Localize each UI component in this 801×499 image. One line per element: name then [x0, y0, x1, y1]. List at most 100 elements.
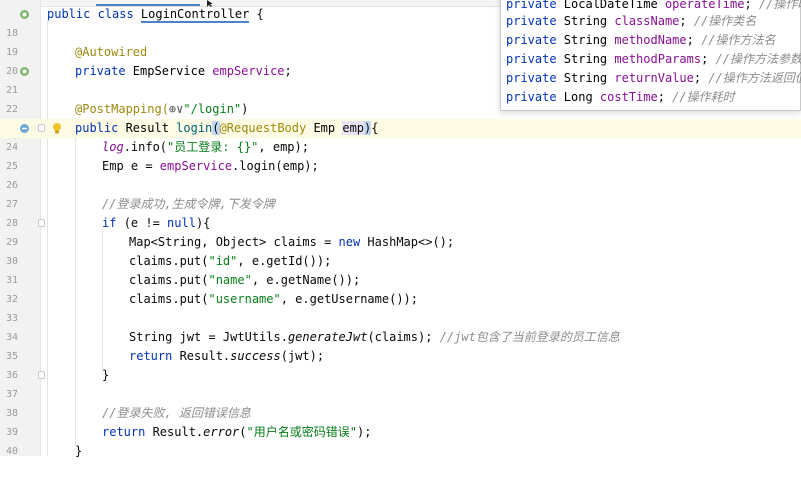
code-token: private [506, 52, 564, 66]
code-line-39[interactable]: 39 //登录失败, 返回错误信息 [0, 404, 801, 438]
code-line-28[interactable]: 28 //登录成功,生成令牌,下发令牌 [0, 195, 801, 229]
code-line-40[interactable]: 40 return Result.error("用户名或密码错误"); [0, 423, 801, 457]
code-line-33[interactable]: 33 claims.put("username", e.getUsername(… [0, 290, 801, 324]
code-token: ; [701, 52, 716, 66]
string-literal: "username" [208, 292, 281, 306]
class-name: LoginController [140, 7, 250, 23]
code-token: Emp e = [102, 159, 160, 173]
code-token: .info( [123, 140, 168, 154]
code-token: public class [47, 7, 141, 21]
field-name: className [614, 14, 680, 28]
method-name: success [230, 349, 281, 363]
code-token: Result. [152, 425, 204, 439]
code-token: Result [125, 121, 177, 135]
comment: //登录成功,生成令牌,下发令牌 [102, 197, 275, 211]
comment: //操作方法返回值 [708, 71, 801, 85]
code-token: ; [679, 14, 694, 28]
code-token: , e.getName()); [251, 273, 361, 287]
method-name: login [176, 121, 213, 135]
code-token: claims.put( [129, 254, 209, 268]
field-name: methodParams [614, 52, 702, 66]
code-line-35[interactable]: 35 String jwt = JwtUtils.generateJwt(cla… [0, 328, 801, 362]
globe-icon[interactable]: ⊕∨ [169, 102, 183, 116]
code-token: , e.getUsername()); [280, 292, 419, 306]
string-literal: "name" [208, 273, 252, 287]
code-line-30[interactable]: 30 Map<String, Object> claims = new Hash… [0, 233, 801, 267]
string-literal: "员工登录: {}" [167, 140, 259, 154]
code-line-24[interactable]: 24 public Result login(@RequestBody Emp … [0, 119, 801, 153]
code-token: if [102, 216, 124, 230]
code-token: ; [284, 64, 292, 78]
code-token: private [506, 90, 564, 104]
code-preview-popup[interactable]: private LocalDateTime operateTime; //操作时… [500, 0, 801, 111]
popup-row: private String methodParams; //操作方法参数 [506, 50, 801, 69]
code-token: String [563, 14, 615, 28]
code-line-32[interactable]: 32 claims.put("name", e.getName()); [0, 271, 801, 305]
code-line-31[interactable]: 31 claims.put("id", e.getId()); [0, 252, 801, 286]
code-line-38[interactable]: 38 [0, 385, 801, 419]
code-line-37[interactable]: 37 } [0, 366, 801, 400]
comment: //操作耗时 [672, 90, 735, 104]
code-token: String [563, 71, 615, 85]
code-token: String jwt = JwtUtils. [129, 330, 288, 344]
code-token: (e != [123, 216, 168, 230]
code-token: private [506, 33, 564, 47]
code-token: return [102, 425, 153, 439]
code-token: ; [693, 71, 709, 85]
popup-row: private Long costTime; //操作耗时 [506, 88, 735, 107]
code-token: Result. [179, 349, 231, 363]
lightbulb-icon[interactable] [52, 122, 62, 135]
field-name: operateTime [664, 0, 745, 11]
string-literal: "用户名或密码错误" [246, 425, 357, 439]
code-line-36[interactable]: 36 return Result.success(jwt); [0, 347, 801, 381]
code-token: Emp [313, 121, 343, 135]
fold-marker[interactable] [38, 219, 45, 227]
code-line-27[interactable]: 27 [0, 176, 801, 210]
spring-bean-icon [20, 67, 29, 76]
code-token: public [75, 121, 126, 135]
parameter-name: emp [342, 121, 365, 135]
code-line-25[interactable]: 25 log.info("员工登录: {}", emp); [0, 138, 801, 172]
comment: //登录失败, 返回错误信息 [102, 406, 251, 420]
code-token: ; [744, 0, 759, 11]
code-token: { [371, 121, 379, 135]
code-token: (jwt); [280, 349, 325, 363]
code-token: String [563, 52, 615, 66]
endpoint-icon[interactable] [19, 123, 30, 134]
field-name: empService [212, 64, 285, 78]
code-line-34[interactable]: 34 [0, 309, 801, 343]
string-literal: "/login" [183, 102, 242, 116]
popup-row: private String className; //操作类名 [506, 12, 756, 31]
code-token: private [506, 14, 564, 28]
code-token: log [102, 140, 124, 154]
fold-marker[interactable] [38, 371, 45, 379]
code-token: (claims); [367, 330, 440, 344]
code-token: new [338, 235, 368, 249]
annotation: @Autowired [75, 45, 148, 59]
code-token: String [563, 33, 615, 47]
code-token: ; [686, 33, 702, 47]
code-token: private [506, 0, 564, 11]
comment: //操作时间 [758, 0, 801, 11]
code-line-41[interactable]: } [0, 442, 801, 461]
popup-row: private String returnValue; //操作方法返回值 [506, 69, 801, 88]
field-name: returnValue [614, 71, 694, 85]
popup-row: private String methodName; //操作方法名 [506, 31, 776, 50]
fold-marker[interactable] [38, 124, 45, 132]
code-token: Map<String, Object> claims = [129, 235, 339, 249]
code-token: null [167, 216, 196, 230]
code-token: ) [241, 102, 249, 116]
code-token: return [129, 349, 180, 363]
annotation: @RequestBody [219, 121, 314, 135]
code-token: ( [212, 121, 220, 135]
string-literal: "id" [208, 254, 238, 268]
comment: //操作方法参数 [715, 52, 801, 66]
code-token: Long [563, 90, 600, 104]
comment: //jwt包含了当前登录的员工信息 [439, 330, 620, 344]
code-line-26[interactable]: 26 Emp e = empService.login(emp); [0, 157, 801, 191]
method-name: error [203, 425, 240, 439]
code-token: { [249, 7, 264, 21]
annotation: @PostMapping( [75, 102, 169, 116]
code-token: ); [356, 425, 372, 439]
code-line-29[interactable]: 29 if (e != null){ [0, 214, 801, 248]
